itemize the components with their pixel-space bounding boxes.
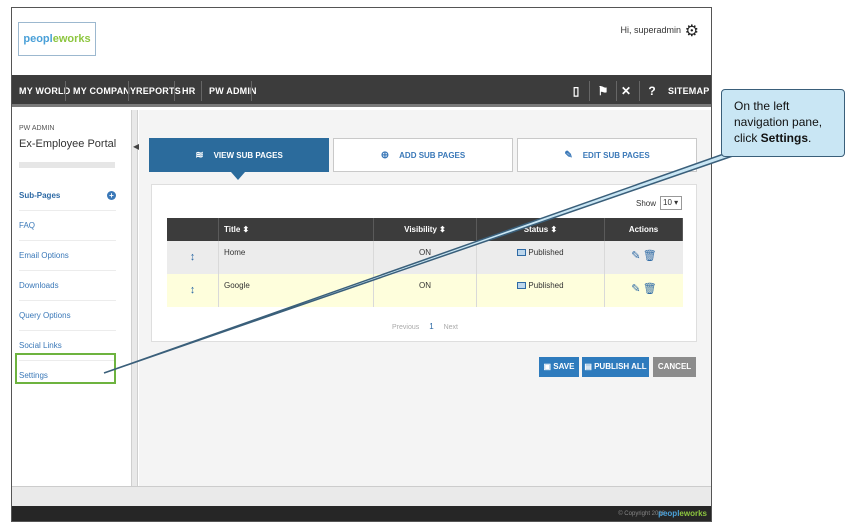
callout-text-end: . xyxy=(808,131,812,145)
callout-strong: Settings xyxy=(760,131,809,145)
instruction-callout: On the left navigation pane, click Setti… xyxy=(721,89,845,157)
callout-pointer xyxy=(103,149,751,374)
callout-tail xyxy=(103,149,751,374)
